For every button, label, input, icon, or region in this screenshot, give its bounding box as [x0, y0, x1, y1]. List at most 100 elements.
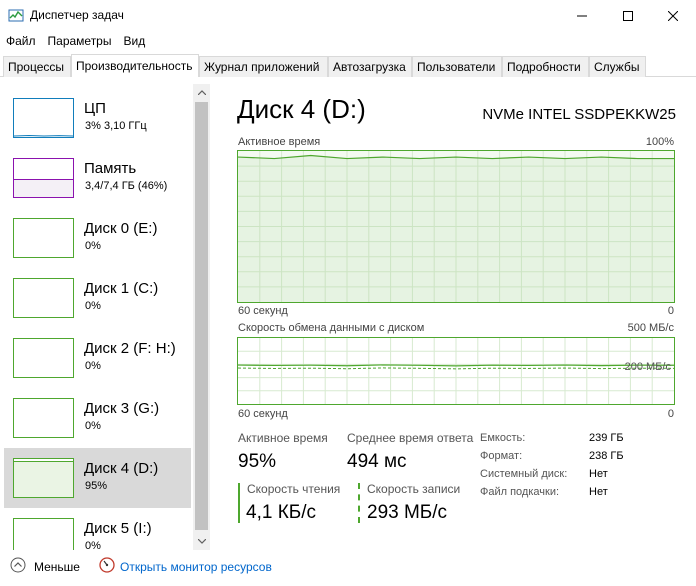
- close-icon: [668, 11, 678, 21]
- transfer-rate-chart-duration: 60 секунд: [238, 408, 288, 420]
- disk-activity-fill: [14, 461, 73, 497]
- scroll-thumb[interactable]: [195, 102, 208, 530]
- tab-bar: Процессы Производительность Журнал прило…: [0, 54, 696, 77]
- sidebar-item-detail: 3,4/7,4 ГБ (46%): [85, 180, 168, 192]
- sidebar-item-detail: 0%: [85, 300, 101, 312]
- sidebar-item-detail: 0%: [85, 360, 101, 372]
- resource-list: ЦП 3% 3,10 ГГц Память 3,4/7,4 ГБ (46%) Д…: [4, 84, 191, 550]
- read-speed-label: Скорость чтения: [247, 482, 341, 496]
- sidebar-item-name: ЦП: [84, 100, 106, 117]
- cpu-thumbnail-graph: [13, 98, 74, 138]
- write-speed-value: 293 МБ/с: [367, 502, 448, 523]
- sidebar-item-name: Диск 3 (G:): [84, 400, 160, 417]
- tab-performance[interactable]: Производительность: [71, 54, 199, 77]
- disk-thumbnail-graph: [13, 398, 74, 438]
- title-bar: Диспетчер задач: [0, 0, 696, 32]
- disk-thumbnail-graph: [13, 338, 74, 378]
- active-time-label: Активное время: [238, 431, 328, 445]
- transfer-rate-chart-label: Скорость обмена данными с диском: [238, 322, 425, 334]
- sidebar-item-detail: 0%: [85, 240, 101, 252]
- transfer-rate-chart-min: 0: [667, 408, 674, 420]
- property-label: Емкость:: [480, 432, 526, 444]
- active-time-chart: [237, 150, 675, 303]
- property-value: 239 ГБ: [589, 432, 624, 444]
- active-time-value: 95%: [238, 451, 277, 472]
- transfer-rate-chart-max: 500 МБ/с: [627, 322, 674, 334]
- sidebar-item-disk-3[interactable]: Диск 3 (G:) 0%: [4, 388, 191, 448]
- disk-thumbnail-graph: [13, 518, 74, 550]
- resource-monitor-icon: [99, 557, 115, 573]
- disk-thumbnail-graph: [13, 218, 74, 258]
- open-resource-monitor-link[interactable]: Открыть монитор ресурсов: [120, 560, 272, 574]
- property-label: Файл подкачки:: [480, 486, 560, 498]
- write-speed-indicator: [358, 483, 360, 523]
- maximize-button[interactable]: [605, 0, 651, 32]
- property-value: Нет: [589, 486, 608, 498]
- close-button[interactable]: [650, 0, 696, 32]
- active-time-chart-svg: [237, 151, 674, 302]
- read-speed-indicator: [238, 483, 240, 523]
- disk-detail-panel: Диск 4 (D:) NVMe INTEL SSDPEKKW25 Активн…: [212, 84, 696, 550]
- fewer-details-button[interactable]: Меньше: [34, 560, 80, 574]
- active-time-chart-label: Активное время: [238, 136, 321, 148]
- write-speed-label: Скорость записи: [367, 482, 461, 496]
- tab-startup[interactable]: Автозагрузка: [328, 56, 412, 77]
- menu-view[interactable]: Вид: [117, 32, 151, 52]
- sidebar-item-disk-5[interactable]: Диск 5 (I:) 0%: [4, 508, 191, 550]
- minimize-button[interactable]: [559, 0, 605, 32]
- sidebar-item-disk-2[interactable]: Диск 2 (F: H:) 0%: [4, 328, 191, 388]
- sidebar-item-name: Память: [84, 160, 137, 177]
- disk-title: Диск 4 (D:): [237, 94, 366, 124]
- transfer-rate-chart-svg: [237, 338, 675, 404]
- active-time-chart-min: 0: [667, 305, 674, 317]
- property-value: Нет: [589, 468, 608, 480]
- sidebar-item-disk-4[interactable]: Диск 4 (D:) 95%: [4, 448, 191, 508]
- active-time-chart-duration: 60 секунд: [238, 305, 288, 317]
- tab-processes[interactable]: Процессы: [3, 56, 71, 77]
- sidebar-item-cpu[interactable]: ЦП 3% 3,10 ГГц: [4, 88, 191, 148]
- sidebar-item-name: Диск 4 (D:): [84, 460, 159, 477]
- sidebar-item-disk-0[interactable]: Диск 0 (E:) 0%: [4, 208, 191, 268]
- memory-usage-fill: [14, 179, 73, 197]
- sidebar-item-detail: 95%: [85, 480, 108, 492]
- memory-thumbnail-graph: [13, 158, 74, 198]
- tab-app-history[interactable]: Журнал приложений: [199, 56, 328, 77]
- scroll-down-button[interactable]: [193, 533, 210, 550]
- disk-thumbnail-graph: [13, 278, 74, 318]
- property-value: 238 ГБ: [589, 450, 624, 462]
- footer: Меньше Открыть монитор ресурсов: [0, 555, 696, 586]
- scroll-up-button[interactable]: [193, 84, 210, 101]
- transfer-rate-chart: 200 МБ/с: [237, 337, 675, 405]
- tab-users[interactable]: Пользователи: [412, 56, 502, 77]
- property-label: Системный диск:: [480, 468, 568, 480]
- sidebar-item-detail: 3% 3,10 ГГц: [85, 120, 147, 132]
- chevron-down-icon: [197, 539, 206, 544]
- sidebar-item-disk-1[interactable]: Диск 1 (C:) 0%: [4, 268, 191, 328]
- sidebar-item-name: Диск 5 (I:): [84, 520, 152, 537]
- sidebar-item-name: Диск 1 (C:): [84, 280, 159, 297]
- menu-options[interactable]: Параметры: [42, 32, 118, 52]
- chevron-up-icon: [197, 90, 206, 95]
- avg-response-label: Среднее время ответа: [347, 431, 474, 445]
- chevron-up-circle-icon[interactable]: [10, 557, 26, 573]
- active-time-chart-max: 100%: [645, 136, 674, 148]
- chart-series-area: [238, 155, 674, 302]
- sidebar-item-memory[interactable]: Память 3,4/7,4 ГБ (46%): [4, 148, 191, 208]
- task-manager-icon: [8, 9, 24, 22]
- sidebar-scrollbar[interactable]: [193, 84, 210, 550]
- maximize-icon: [623, 11, 633, 21]
- tab-services[interactable]: Службы: [589, 56, 646, 77]
- property-label: Формат:: [480, 450, 523, 462]
- minimize-icon: [577, 15, 587, 17]
- tab-details[interactable]: Подробности: [502, 56, 589, 77]
- sidebar-item-detail: 0%: [85, 540, 101, 550]
- disk-thumbnail-graph: [13, 458, 74, 498]
- disk-model: NVMe INTEL SSDPEKKW25: [482, 106, 676, 123]
- menu-bar: Файл Параметры Вид: [0, 32, 151, 52]
- transfer-rate-chart-mid: 200 МБ/с: [624, 361, 671, 373]
- read-speed-value: 4,1 КБ/с: [246, 502, 317, 523]
- sidebar-item-detail: 0%: [85, 420, 101, 432]
- menu-file[interactable]: Файл: [0, 32, 42, 52]
- avg-response-value: 494 мс: [347, 451, 407, 472]
- sidebar-item-name: Диск 0 (E:): [84, 220, 158, 237]
